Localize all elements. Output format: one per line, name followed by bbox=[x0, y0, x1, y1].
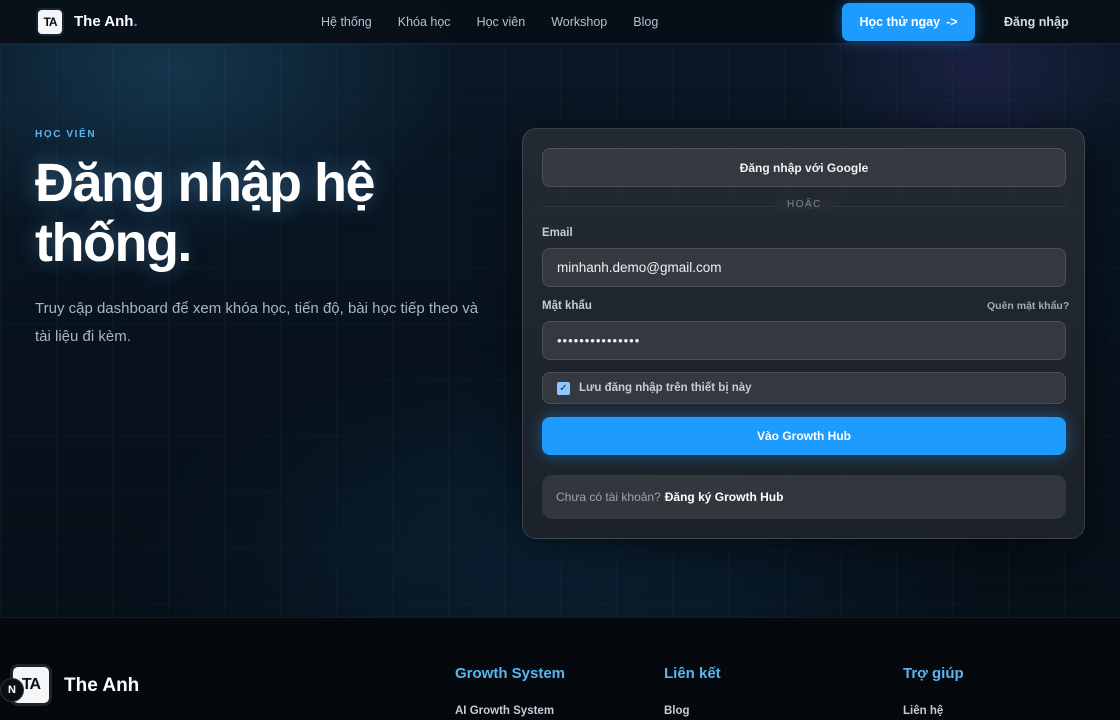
nav-link-blog[interactable]: Blog bbox=[633, 15, 658, 29]
hero-eyebrow: HỌC VIÊN bbox=[35, 129, 97, 140]
footer-heading-tro-giup: Trợ giúp bbox=[903, 665, 964, 682]
remember-me-label: Lưu đăng nhập trên thiết bị này bbox=[579, 382, 752, 394]
submit-button[interactable]: Vào Growth Hub bbox=[542, 417, 1066, 455]
footer-link-blog[interactable]: Blog bbox=[664, 705, 690, 717]
hero-subtitle: Truy cập dashboard để xem khóa học, tiến… bbox=[35, 300, 479, 345]
arrow-right-icon: -> bbox=[946, 15, 958, 29]
google-login-button[interactable]: Đăng nhập với Google bbox=[542, 148, 1066, 187]
footer: TA N The Anh Growth System AI Growth Sys… bbox=[0, 617, 1120, 720]
logo-icon[interactable]: TA bbox=[36, 8, 64, 36]
nav-link-hoc-vien[interactable]: Học viên bbox=[477, 15, 526, 29]
signup-row: Chưa có tài khoản? Đăng ký Growth Hub bbox=[542, 475, 1066, 519]
password-label: Mật khẩu bbox=[542, 300, 592, 312]
nav-links: Hệ thống Khóa học Học viên Workshop Blog bbox=[321, 15, 684, 29]
footer-link-ai-growth-system[interactable]: AI Growth System bbox=[455, 705, 554, 717]
n-badge-icon[interactable]: N bbox=[0, 678, 24, 702]
password-field[interactable]: ••••••••••••••• bbox=[542, 321, 1066, 360]
footer-link-lien-he[interactable]: Liên hệ bbox=[903, 705, 943, 717]
nav-link-workshop[interactable]: Workshop bbox=[551, 15, 607, 29]
login-link[interactable]: Đăng nhập bbox=[1004, 15, 1069, 29]
divider-or: HOẶC bbox=[775, 199, 834, 210]
page-title: Đăng nhập hệ thống. bbox=[35, 153, 376, 273]
footer-brand: The Anh bbox=[64, 675, 140, 696]
forgot-password-link[interactable]: Quên mật khẩu? bbox=[987, 300, 1069, 312]
checkbox-checked-icon[interactable]: ✓ bbox=[557, 381, 570, 395]
signup-link[interactable]: Đăng ký Growth Hub bbox=[665, 490, 784, 504]
nav-link-he-thong[interactable]: Hệ thống bbox=[321, 15, 372, 29]
brand-name[interactable]: The Anh. bbox=[74, 13, 138, 30]
nav-link-khoa-hoc[interactable]: Khóa học bbox=[398, 15, 451, 29]
email-label: Email bbox=[542, 227, 573, 239]
remember-me-row[interactable]: ✓ Lưu đăng nhập trên thiết bị này bbox=[542, 372, 1066, 404]
footer-heading-growth-system: Growth System bbox=[455, 665, 566, 682]
login-card: Đăng nhập với Google HOẶC Email minhanh.… bbox=[522, 128, 1085, 539]
brand-dot: . bbox=[133, 13, 138, 30]
top-navbar: TA The Anh. Hệ thống Khóa học Học viên W… bbox=[0, 0, 1120, 44]
email-field[interactable]: minhanh.demo@gmail.com bbox=[542, 248, 1066, 287]
signup-question: Chưa có tài khoản? bbox=[556, 490, 661, 504]
try-now-label: Học thử ngay bbox=[859, 15, 941, 29]
footer-heading-lien-ket: Liên kết bbox=[664, 665, 721, 682]
try-now-button[interactable]: Học thử ngay -> bbox=[842, 3, 975, 41]
